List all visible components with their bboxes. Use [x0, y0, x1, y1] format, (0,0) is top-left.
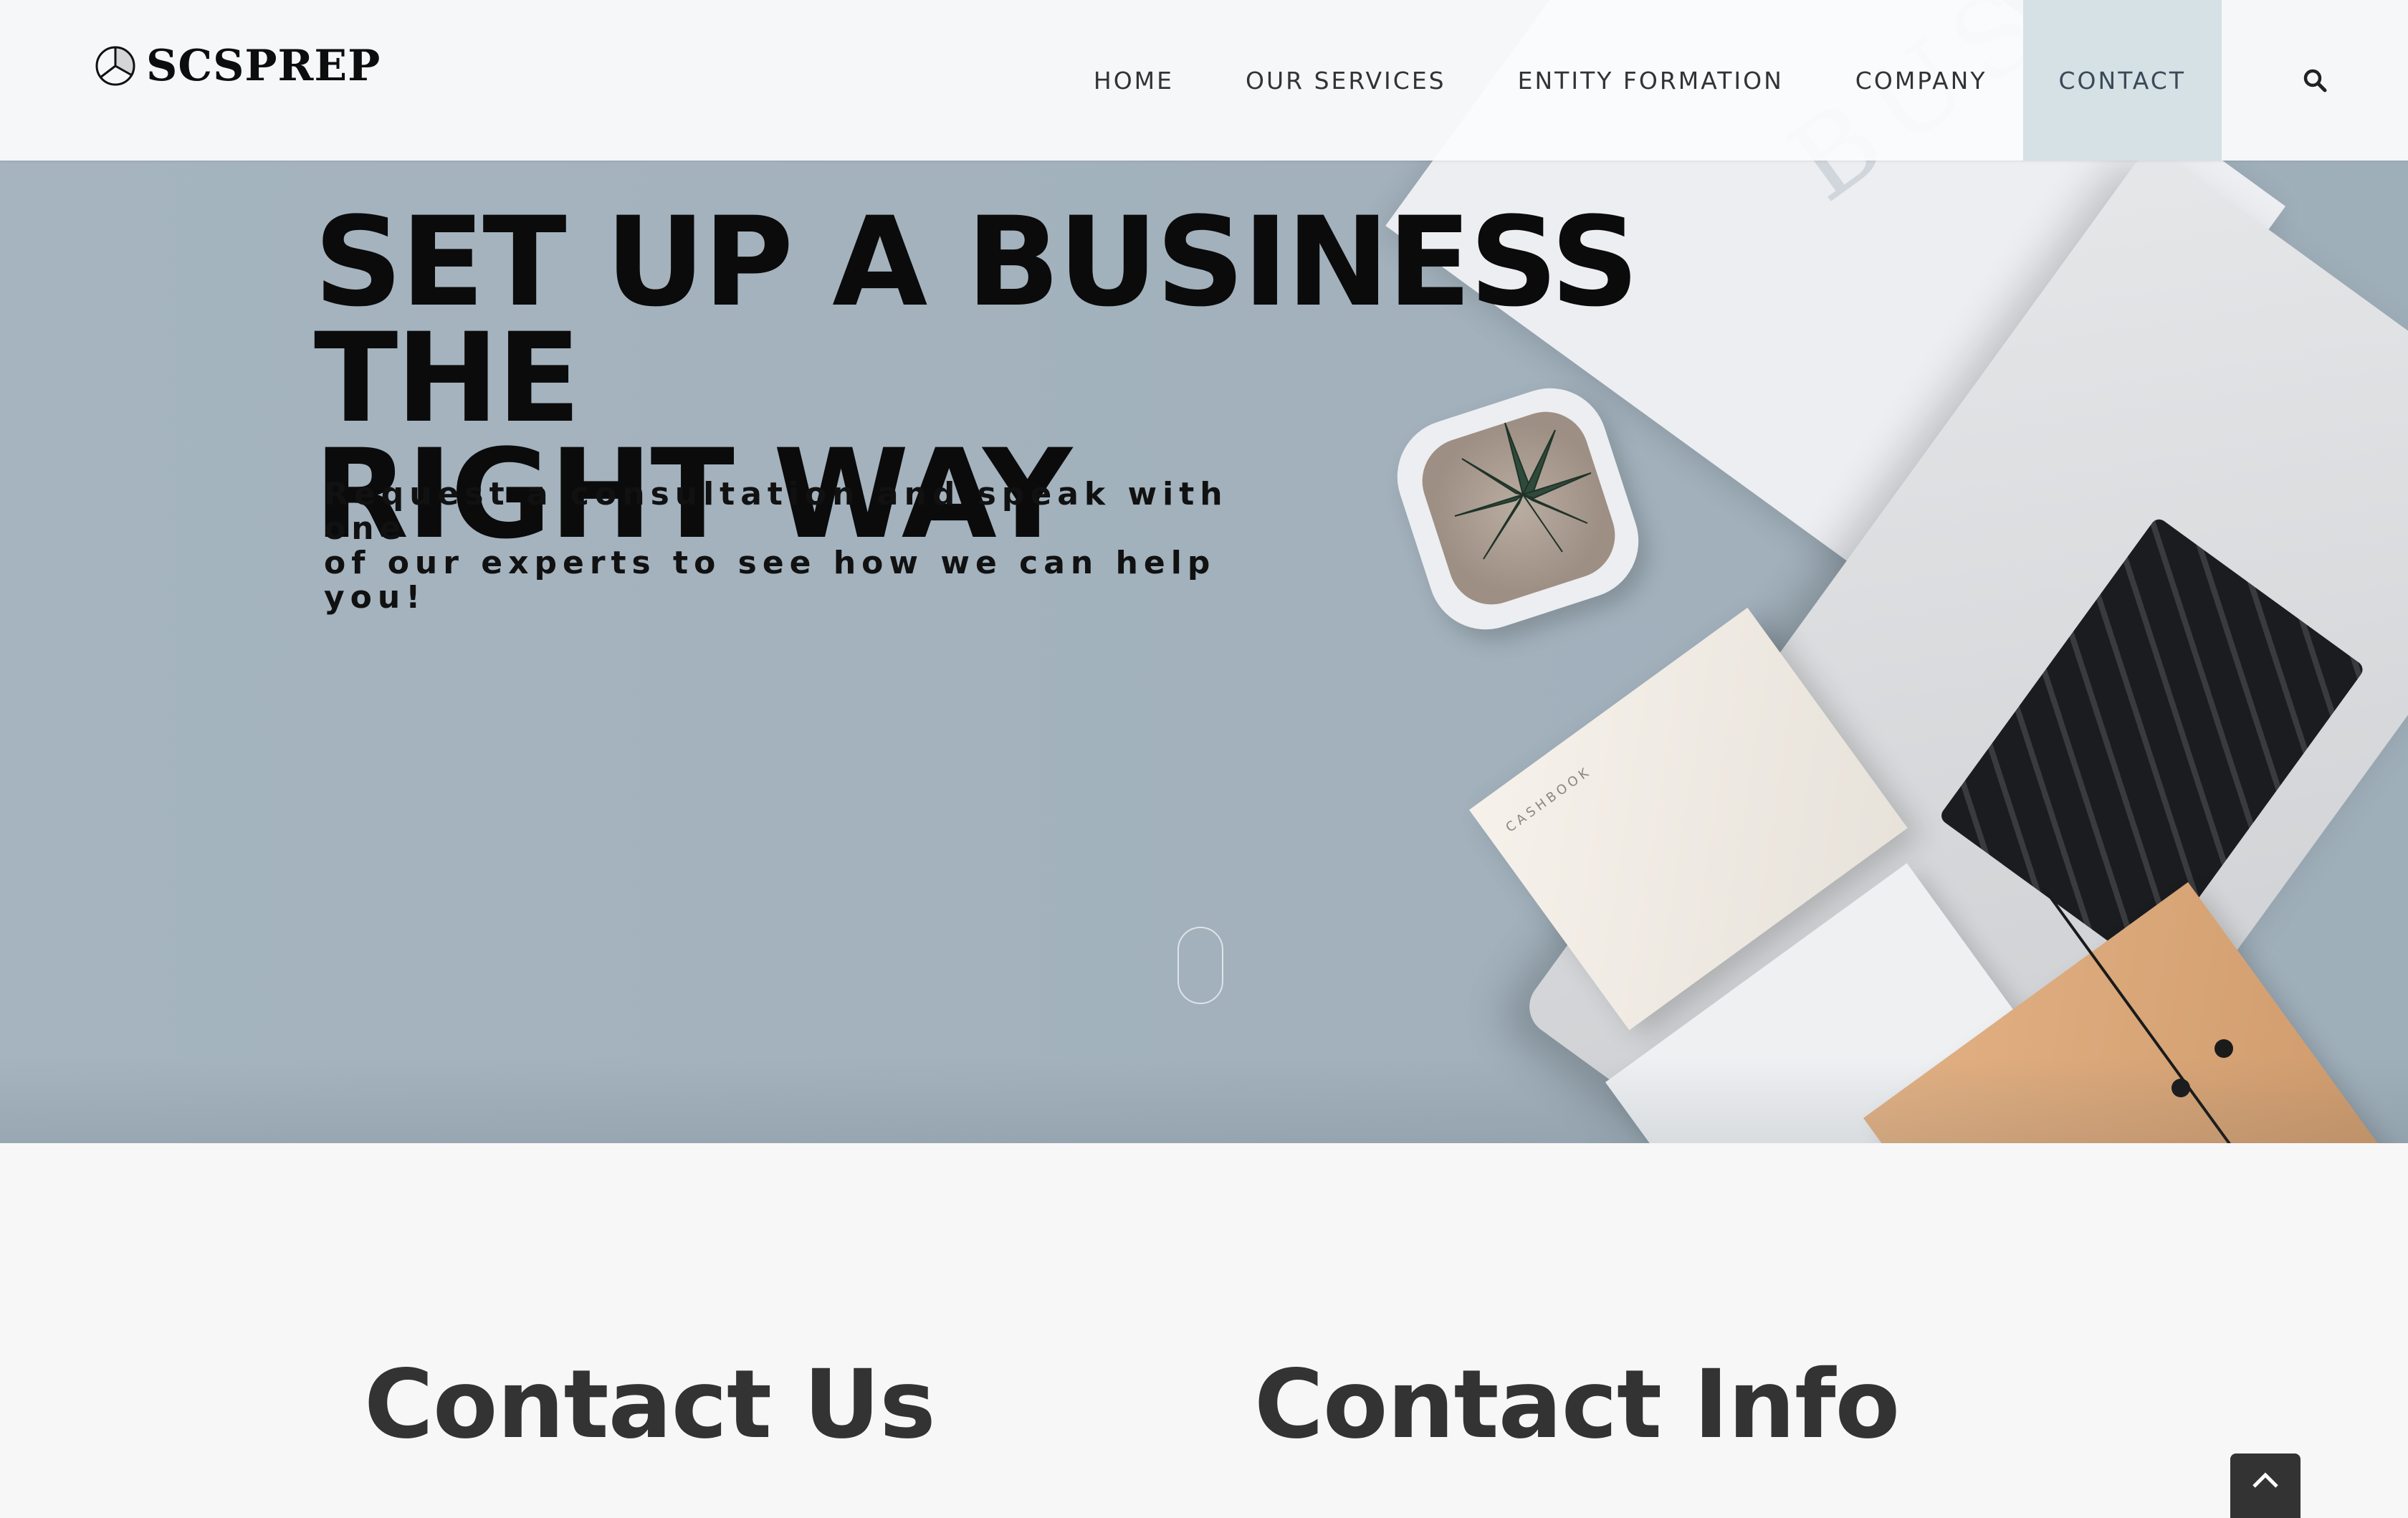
main-nav: HOME OUR SERVICES ENTITY FORMATION COMPA… — [1058, 0, 2408, 161]
hero-subtitle-line: of our experts to see how we can help yo… — [324, 545, 1216, 616]
folder-button — [2214, 1039, 2233, 1058]
search-button[interactable] — [2222, 0, 2408, 161]
search-icon — [2303, 69, 2327, 92]
nav-contact[interactable]: CONTACT — [2022, 0, 2222, 161]
brand-name: SCSPREP — [146, 41, 381, 91]
nav-company[interactable]: COMPANY — [1820, 0, 2023, 161]
nav-home[interactable]: HOME — [1058, 0, 1210, 161]
nav-entity-formation[interactable]: ENTITY FORMATION — [1482, 0, 1820, 161]
contact-us-title: Contact Us — [364, 1350, 936, 1460]
nav-our-services[interactable]: OUR SERVICES — [1210, 0, 1482, 161]
back-to-top-button[interactable] — [2230, 1453, 2300, 1518]
logo[interactable]: SCSPREP — [95, 41, 381, 91]
hero-title-line: SET UP A BUSINESS THE — [314, 190, 1639, 450]
mouse-scroll-icon[interactable] — [1177, 927, 1223, 1004]
hero-section: BUS CASHBOOK SET UP A BUSINESS THE RIGHT… — [0, 0, 2408, 1143]
site-header: SCSPREP HOME OUR SERVICES ENTITY FORMATI… — [0, 0, 2408, 161]
hero-subtitle: Request a consultation and speak with on… — [324, 477, 1256, 615]
hero-subtitle-line: Request a consultation and speak with on… — [324, 476, 1228, 547]
chevron-up-icon — [2252, 1472, 2278, 1488]
contact-info-title: Contact Info — [1254, 1350, 1900, 1460]
pie-chart-icon — [95, 46, 135, 86]
